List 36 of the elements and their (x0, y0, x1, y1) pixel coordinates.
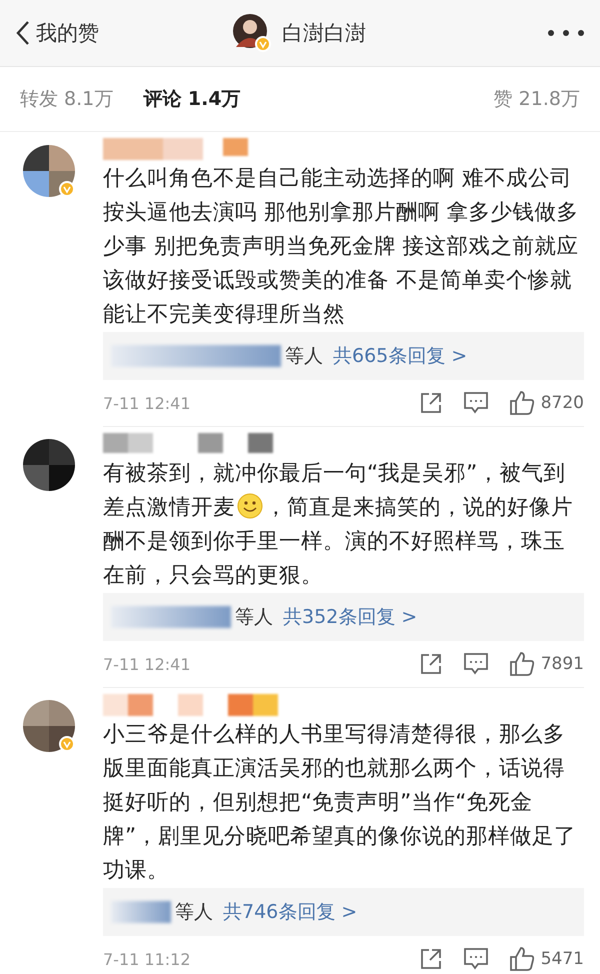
comment-time: 7-11 12:41 (103, 654, 191, 674)
comment-icon[interactable] (462, 652, 489, 676)
smiley-icon (237, 493, 263, 519)
replies-link[interactable]: 共746条回复 > (223, 899, 358, 925)
like-button[interactable]: 7891 (508, 651, 584, 677)
comment-text: 什么叫角色不是自己能主动选择的啊 难不成公司按头逼他去演吗 那他别拿那片酬啊 拿多少钱做多少事 别把免责声明当免死金牌 接这部戏之前就应该做好接受诋毁或赞美的准备 不是简单卖个惨就能让不完美变得理所当然 (103, 165, 580, 329)
blurred-username (111, 901, 171, 923)
like-button[interactable]: 5471 (508, 946, 584, 972)
page-title: 白澍白澍 (282, 20, 366, 47)
thumbs-up-icon (508, 651, 535, 677)
share-icon[interactable] (418, 652, 443, 676)
replies-link[interactable]: 共352条回复 > (283, 604, 418, 630)
tab[interactable]: 转发 8.1万 (20, 86, 114, 112)
tab[interactable]: 评论 1.4万 (143, 86, 241, 112)
back-button[interactable]: 我的赞 (16, 19, 99, 47)
comment-time: 7-11 12:41 (103, 394, 191, 412)
replies-names: 等人 (175, 900, 213, 925)
thumbs-up-icon (508, 390, 535, 416)
comment-time: 7-11 11:12 (103, 950, 191, 968)
replies-names: 等人 (235, 605, 273, 630)
comment-icon[interactable] (462, 391, 489, 415)
back-icon (16, 20, 30, 46)
share-icon[interactable] (418, 947, 443, 971)
avatar[interactable] (22, 438, 76, 492)
share-icon[interactable] (418, 391, 443, 415)
thumbs-up-icon (508, 946, 535, 972)
tab[interactable]: 赞 21.8万 (494, 86, 580, 112)
comment-icon[interactable] (462, 947, 489, 971)
more-icon[interactable] (546, 28, 586, 38)
replies-link[interactable]: 共665条回复 > (333, 343, 468, 369)
like-button[interactable]: 8720 (508, 390, 584, 416)
avatar[interactable] (22, 699, 76, 753)
avatar[interactable] (22, 144, 76, 198)
comment-text: 小三爷是什么样的人书里写得清楚得很，那么多版里面能真正演活吴邪的也就那么两个，话说得挺好听的，但别想把“免责声明”当作“免死金牌”，剧里见分晓吧希望真的像你说的那样做足了功课。 (103, 721, 578, 885)
replies-names: 等人 (285, 344, 323, 369)
comment-text: 有被茶到，就冲你最后一句“我是吴邪”，被气到差点激情开麦 ，简直是来搞笑的，说的好像片酬不是领到你手里一样。演的不好照样骂，珠玉在前，只会骂的更狠。 (103, 460, 574, 590)
